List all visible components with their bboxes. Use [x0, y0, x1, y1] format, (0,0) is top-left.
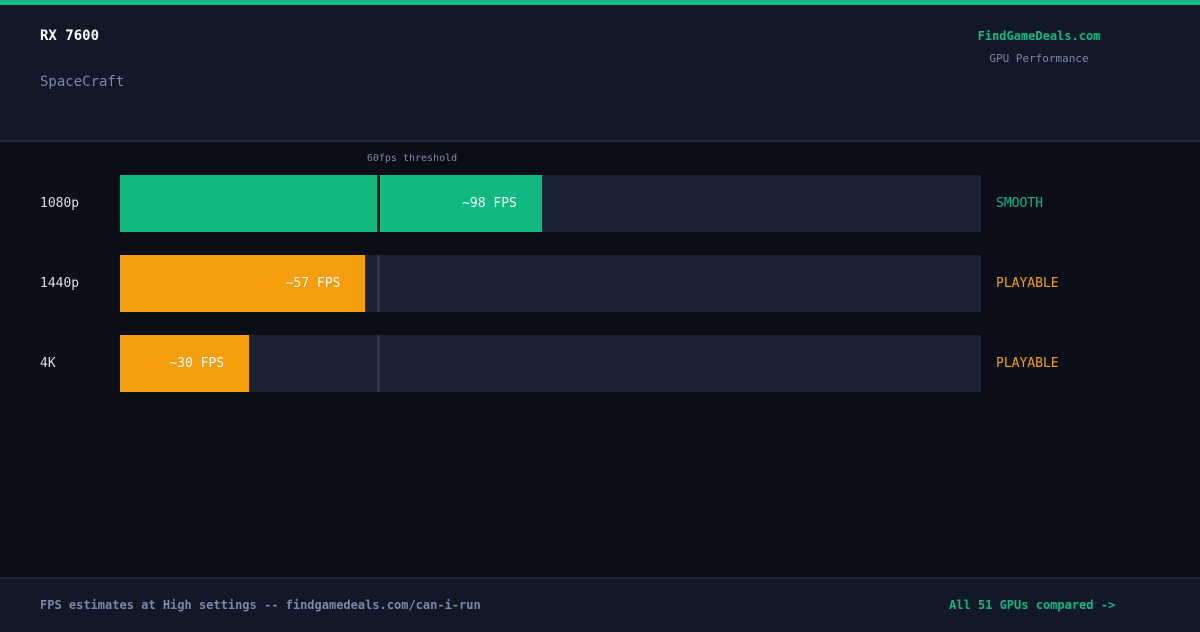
game-name: SpaceCraft — [40, 74, 125, 90]
threshold-line — [377, 335, 381, 392]
status-label: SMOOTH — [996, 196, 1043, 211]
bar-row-2: 4K ~30 FPS PLAYABLE — [0, 335, 1200, 392]
status-label: PLAYABLE — [996, 276, 1059, 291]
bar-track: ~57 FPS — [120, 255, 981, 312]
resolution-label: 1080p — [40, 196, 80, 211]
fps-value-label: ~98 FPS — [462, 196, 517, 211]
fps-value-label: ~57 FPS — [285, 276, 341, 291]
gpu-title: RX 7600 — [40, 28, 100, 44]
resolution-label: 4K — [40, 356, 56, 371]
resolution-label: 1440p — [40, 276, 80, 291]
status-label: PLAYABLE — [996, 356, 1059, 371]
footer-note: FPS estimates at High settings -- findga… — [40, 598, 481, 612]
brand-name: FindGameDeals.com — [977, 29, 1101, 43]
bar-fill: ~30 FPS — [120, 335, 250, 392]
bar-track: ~98 FPS — [120, 175, 981, 232]
threshold-line — [377, 175, 381, 232]
all-gpus-link[interactable]: All 51 GPUs compared -> — [949, 598, 1115, 612]
header: RX 7600 SpaceCraft FindGameDeals.com GPU… — [0, 5, 1200, 142]
threshold-label: 60fps threshold — [366, 153, 458, 164]
bar-row-0: 1080p ~98 FPS SMOOTH — [0, 175, 1200, 232]
bar-row-1: 1440p ~57 FPS PLAYABLE — [0, 255, 1200, 312]
fps-value-label: ~30 FPS — [169, 356, 225, 371]
bar-fill: ~98 FPS — [120, 175, 542, 232]
brand-subtitle: GPU Performance — [989, 52, 1089, 65]
bar-fill: ~57 FPS — [120, 255, 366, 312]
threshold-line — [377, 255, 381, 312]
bar-track: ~30 FPS — [120, 335, 981, 392]
footer: FPS estimates at High settings -- findga… — [0, 577, 1200, 632]
